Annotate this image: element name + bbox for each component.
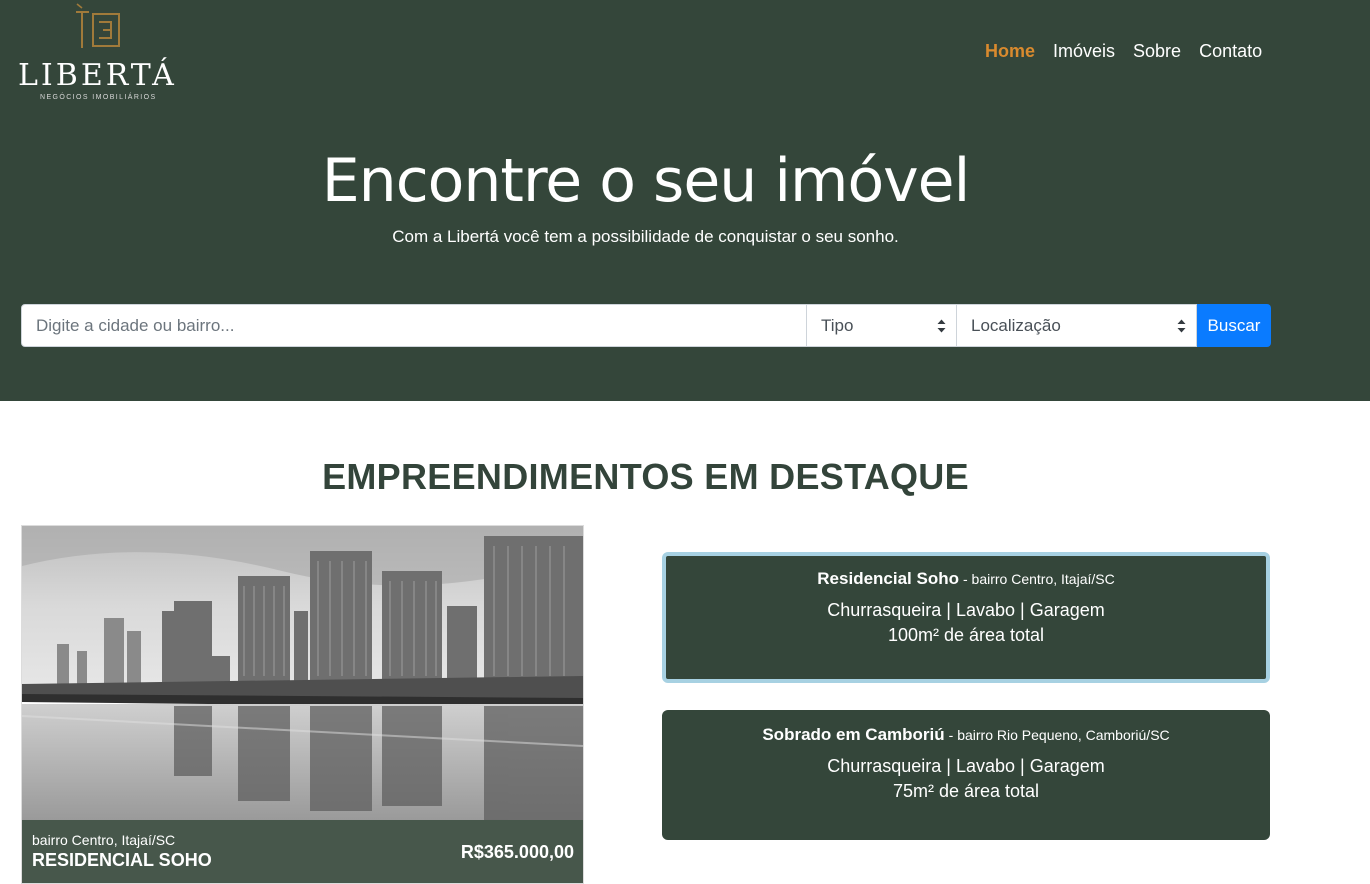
main-nav: Home Imóveis Sobre Contato	[985, 41, 1262, 62]
featured-caption: bairro Centro, Itajaí/SC RESIDENCIAL SOH…	[22, 820, 583, 883]
search-input[interactable]	[21, 304, 807, 347]
location-select-value: Localização	[971, 315, 1061, 335]
property-card-header: Sobrado em Camboriú - bairro Rio Pequeno,…	[662, 725, 1270, 745]
property-name: Residencial Soho	[817, 569, 959, 588]
featured-name: RESIDENCIAL SOHO	[32, 850, 212, 870]
search-button[interactable]: Buscar	[1197, 304, 1271, 347]
type-select[interactable]: Tipo	[807, 304, 957, 347]
brand-tagline: NEGÓCIOS IMOBILIÁRIOS	[40, 94, 157, 101]
property-card[interactable]: Sobrado em Camboriú - bairro Rio Pequeno,…	[662, 710, 1270, 840]
property-location: - bairro Centro, Itajaí/SC	[962, 571, 1115, 587]
property-area: 75m² de área total	[892, 781, 1040, 801]
select-arrows-icon	[1177, 319, 1186, 333]
property-area: 100m² de área total	[887, 625, 1045, 645]
featured-price: R$365.000,00	[460, 842, 574, 862]
property-card-selected[interactable]: Residencial Soho - bairro Centro, Itajaí/…	[662, 552, 1270, 683]
search-bar: Tipo Localização Buscar	[21, 304, 1271, 347]
hero-subtitle: Com a Libertá você tem a possibilidade d…	[392, 227, 899, 246]
featured-location: bairro Centro, Itajaí/SC	[32, 832, 176, 848]
property-name: Sobrado em Camboriú	[762, 725, 945, 744]
select-arrows-icon	[937, 319, 946, 333]
property-card-header: Residencial Soho - bairro Centro, Itajaí/…	[666, 569, 1266, 589]
nav-home[interactable]: Home	[985, 41, 1035, 62]
featured-property-card[interactable]: bairro Centro, Itajaí/SC RESIDENCIAL SOH…	[21, 525, 584, 884]
location-select[interactable]: Localização	[957, 304, 1197, 347]
property-features: Churrasqueira | Lavabo | Garagem	[827, 756, 1105, 776]
property-location: - bairro Rio Pequeno, Camboriú/SC	[948, 727, 1170, 743]
hero-title: Encontre o seu imóvel	[321, 146, 971, 216]
nav-sobre[interactable]: Sobre	[1133, 41, 1181, 62]
nav-imoveis[interactable]: Imóveis	[1053, 41, 1115, 62]
property-photo	[22, 526, 583, 820]
type-select-value: Tipo	[821, 315, 854, 335]
nav-contato[interactable]: Contato	[1199, 41, 1262, 62]
hero-header: LIBERTÁ NEGÓCIOS IMOBILIÁRIOS Home Imóve…	[0, 0, 1370, 401]
brand-name: LIBERTÁ	[18, 58, 177, 93]
property-features: Churrasqueira | Lavabo | Garagem	[827, 600, 1105, 620]
logo-mark-icon	[76, 3, 120, 48]
libertá-logo[interactable]: LIBERTÁ NEGÓCIOS IMOBILIÁRIOS	[18, 2, 188, 106]
featured-title: EMPREENDIMENTOS EM DESTAQUE	[322, 456, 969, 497]
